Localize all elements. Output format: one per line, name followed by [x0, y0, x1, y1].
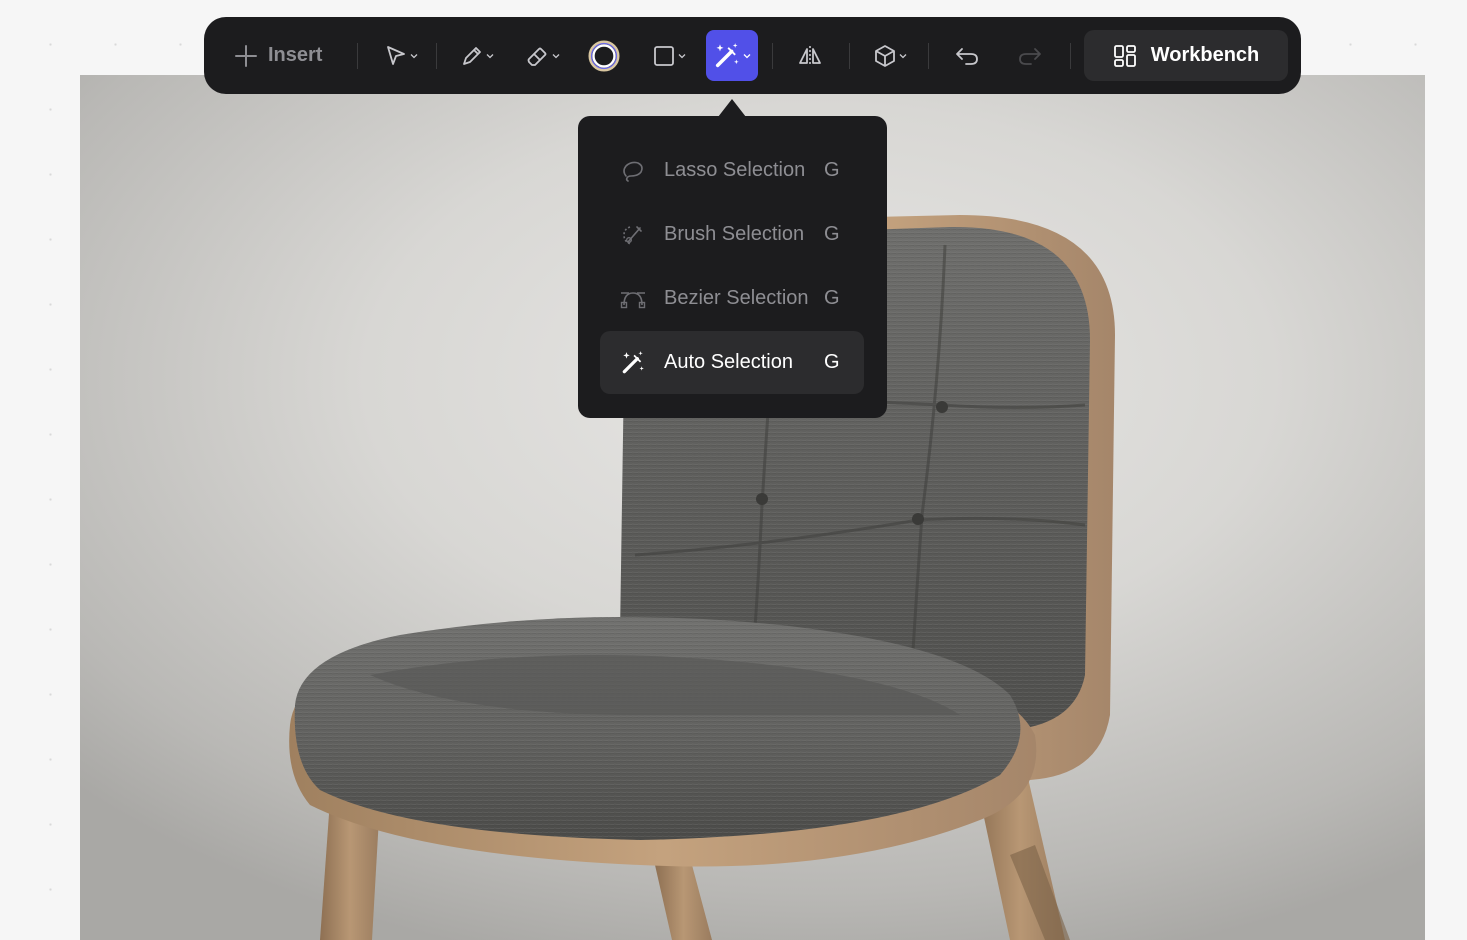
- menu-item-label: Auto Selection: [664, 351, 793, 373]
- menu-item-label: Lasso Selection: [664, 159, 806, 181]
- menu-item-label: Bezier Selection: [664, 287, 809, 309]
- menu-pointer: [718, 99, 746, 117]
- selection-tool-button[interactable]: [706, 30, 758, 81]
- toolbar-divider: [849, 43, 850, 69]
- toolbar-divider: [928, 43, 929, 69]
- menu-item-bezier-selection[interactable]: Bezier Selection G: [600, 267, 864, 330]
- cube-icon: [875, 44, 895, 67]
- toolbar-divider: [1070, 43, 1071, 69]
- toolbar-divider: [357, 43, 358, 69]
- layout-grid-icon: [1113, 44, 1136, 67]
- flip-horizontal-icon: [799, 45, 821, 66]
- selection-mode-menu: Lasso Selection G Brush Selection G Bezi…: [578, 116, 887, 418]
- color-ring-icon: [588, 40, 620, 71]
- menu-item-label: Brush Selection: [664, 223, 805, 245]
- redo-button[interactable]: [1012, 36, 1048, 75]
- magic-wand-icon: [620, 350, 646, 376]
- chevron-down-icon: [410, 53, 418, 58]
- color-tool-button[interactable]: [584, 36, 624, 75]
- insert-label: Insert: [268, 44, 323, 66]
- plus-icon: [235, 44, 257, 67]
- chevron-down-icon: [678, 53, 686, 58]
- brush-selection-icon: [620, 222, 646, 248]
- menu-item-brush-selection[interactable]: Brush Selection G: [600, 203, 864, 266]
- shortcut-key: G: [824, 223, 840, 245]
- chevron-down-icon: [552, 53, 560, 58]
- chevron-down-icon: [899, 53, 907, 58]
- redo-icon: [1019, 47, 1041, 65]
- workbench-label: Workbench: [1150, 44, 1260, 66]
- main-toolbar: Insert Workbench: [204, 17, 1301, 94]
- chevron-down-icon: [486, 53, 494, 58]
- cursor-arrow-icon: [387, 45, 405, 65]
- chevron-down-icon: [743, 53, 751, 58]
- workbench-button[interactable]: Workbench: [1084, 30, 1288, 81]
- toolbar-divider: [436, 43, 437, 69]
- bezier-icon: [620, 286, 646, 312]
- chair-leg: [655, 865, 712, 940]
- undo-icon: [956, 47, 978, 65]
- undo-button[interactable]: [949, 36, 985, 75]
- insert-button[interactable]: Insert: [234, 37, 322, 74]
- shortcut-key: G: [824, 159, 840, 181]
- shortcut-key: G: [824, 351, 840, 373]
- lasso-icon: [620, 158, 646, 184]
- magic-wand-icon: [715, 42, 739, 67]
- pen-tool-button[interactable]: [456, 36, 498, 75]
- toolbar-divider: [772, 43, 773, 69]
- eraser-icon: [527, 47, 547, 66]
- pen-icon: [463, 46, 481, 65]
- square-icon: [654, 45, 674, 66]
- 3d-tool-button[interactable]: [869, 36, 911, 75]
- eraser-tool-button[interactable]: [522, 36, 564, 75]
- menu-item-lasso-selection[interactable]: Lasso Selection G: [600, 139, 864, 202]
- shape-tool-button[interactable]: [648, 36, 690, 75]
- select-tool-button[interactable]: [380, 36, 422, 75]
- menu-item-auto-selection[interactable]: Auto Selection G: [600, 331, 864, 394]
- shortcut-key: G: [824, 287, 840, 309]
- mirror-tool-button[interactable]: [792, 36, 828, 75]
